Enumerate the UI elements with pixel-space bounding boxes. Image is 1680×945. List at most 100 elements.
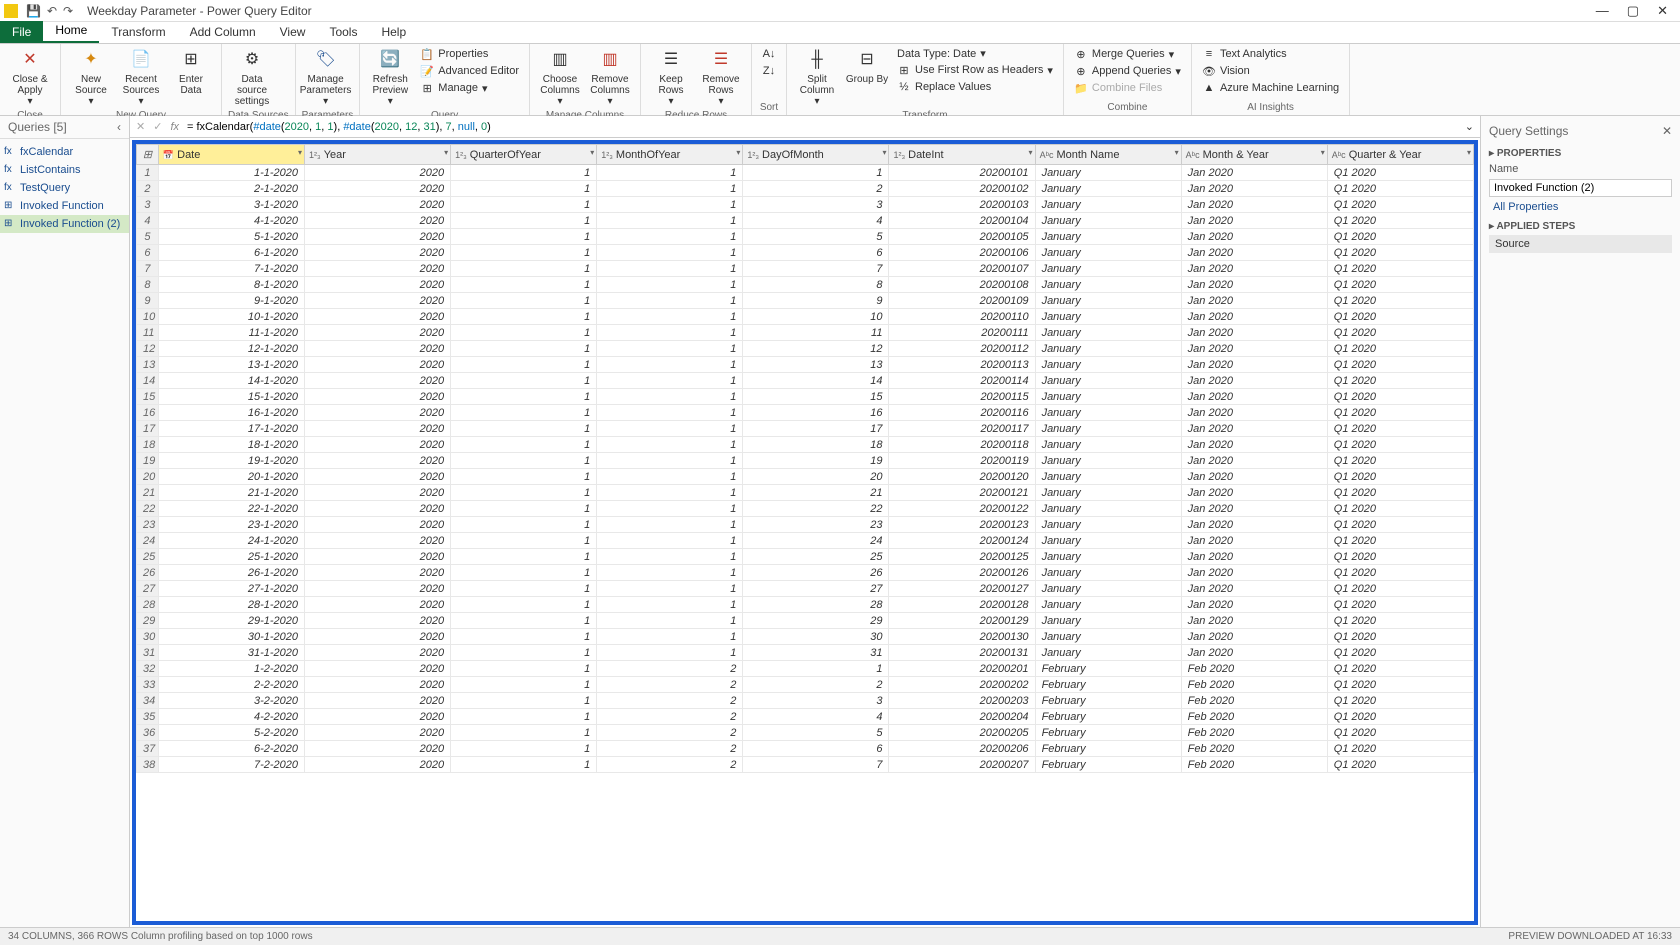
cell[interactable]: 20200104 xyxy=(889,213,1035,229)
table-row[interactable]: 1313-1-20202020111320200113JanuaryJan 20… xyxy=(137,357,1474,373)
cell[interactable]: 12 xyxy=(743,341,889,357)
cell[interactable]: 20-1-2020 xyxy=(158,469,304,485)
cell[interactable]: January xyxy=(1035,565,1181,581)
cell[interactable]: February xyxy=(1035,709,1181,725)
cell[interactable]: 4-2-2020 xyxy=(158,709,304,725)
cell[interactable]: 9 xyxy=(743,293,889,309)
cell[interactable]: 20200204 xyxy=(889,709,1035,725)
table-row[interactable]: 44-1-2020202011420200104JanuaryJan 2020Q… xyxy=(137,213,1474,229)
cell[interactable]: 1 xyxy=(451,197,597,213)
collapse-icon[interactable]: ‹ xyxy=(117,120,121,134)
cell[interactable]: Feb 2020 xyxy=(1181,693,1327,709)
cell[interactable]: February xyxy=(1035,741,1181,757)
cell[interactable]: 1 xyxy=(451,357,597,373)
cell[interactable]: 30-1-2020 xyxy=(158,629,304,645)
row-number[interactable]: 6 xyxy=(137,245,159,261)
maximize-icon[interactable]: ▢ xyxy=(1627,3,1639,19)
cell[interactable]: 26 xyxy=(743,565,889,581)
cell[interactable]: January xyxy=(1035,581,1181,597)
cell[interactable]: 2020 xyxy=(305,277,451,293)
tab-tools[interactable]: Tools xyxy=(317,21,369,43)
query-item[interactable]: fxfxCalendar xyxy=(0,143,129,161)
row-number[interactable]: 26 xyxy=(137,565,159,581)
cell[interactable]: January xyxy=(1035,613,1181,629)
append-queries-button[interactable]: ⊕Append Queries ▾ xyxy=(1070,63,1185,79)
cell[interactable]: 1 xyxy=(597,469,743,485)
cell[interactable]: Q1 2020 xyxy=(1327,325,1473,341)
cell[interactable]: Q1 2020 xyxy=(1327,197,1473,213)
cell[interactable]: 1 xyxy=(597,165,743,181)
cell[interactable]: 1 xyxy=(597,629,743,645)
table-row[interactable]: 1414-1-20202020111420200114JanuaryJan 20… xyxy=(137,373,1474,389)
cell[interactable]: 2020 xyxy=(305,309,451,325)
cell[interactable]: 1 xyxy=(597,341,743,357)
cell[interactable]: 6-2-2020 xyxy=(158,741,304,757)
table-row[interactable]: 22-1-2020202011220200102JanuaryJan 2020Q… xyxy=(137,181,1474,197)
cell[interactable]: January xyxy=(1035,421,1181,437)
cell[interactable]: Jan 2020 xyxy=(1181,437,1327,453)
table-row[interactable]: 2727-1-20202020112720200127JanuaryJan 20… xyxy=(137,581,1474,597)
cell[interactable]: 1 xyxy=(597,277,743,293)
cell[interactable]: 2 xyxy=(597,661,743,677)
cell[interactable]: 3-2-2020 xyxy=(158,693,304,709)
cell[interactable]: 1 xyxy=(451,261,597,277)
properties-button[interactable]: 📋Properties xyxy=(416,46,523,62)
cell[interactable]: 1 xyxy=(451,741,597,757)
table-row[interactable]: 2121-1-20202020112120200121JanuaryJan 20… xyxy=(137,485,1474,501)
cell[interactable]: 1 xyxy=(451,693,597,709)
cell[interactable]: January xyxy=(1035,405,1181,421)
tab-view[interactable]: View xyxy=(268,21,318,43)
cell[interactable]: Q1 2020 xyxy=(1327,597,1473,613)
cell[interactable]: 1 xyxy=(451,469,597,485)
cell[interactable]: 1 xyxy=(597,533,743,549)
cell[interactable]: 1 xyxy=(597,197,743,213)
cell[interactable]: 23 xyxy=(743,517,889,533)
refresh-preview-button[interactable]: 🔄Refresh Preview ▾ xyxy=(366,46,414,109)
table-row[interactable]: 99-1-2020202011920200109JanuaryJan 2020Q… xyxy=(137,293,1474,309)
cell[interactable]: 2020 xyxy=(305,709,451,725)
cell[interactable]: 1 xyxy=(597,293,743,309)
cell[interactable]: January xyxy=(1035,373,1181,389)
table-row[interactable]: 55-1-2020202011520200105JanuaryJan 2020Q… xyxy=(137,229,1474,245)
cell[interactable]: 2 xyxy=(743,677,889,693)
cell[interactable]: 20200101 xyxy=(889,165,1035,181)
cell[interactable]: Q1 2020 xyxy=(1327,421,1473,437)
cell[interactable]: 22 xyxy=(743,501,889,517)
row-number[interactable]: 22 xyxy=(137,501,159,517)
cell[interactable]: Jan 2020 xyxy=(1181,597,1327,613)
cell[interactable]: January xyxy=(1035,533,1181,549)
applied-step[interactable]: Source xyxy=(1489,235,1672,253)
cell[interactable]: 2020 xyxy=(305,469,451,485)
cell[interactable]: 11-1-2020 xyxy=(158,325,304,341)
cell[interactable]: 5 xyxy=(743,229,889,245)
cell[interactable]: Q1 2020 xyxy=(1327,581,1473,597)
cell[interactable]: 1 xyxy=(597,517,743,533)
cell[interactable]: 31 xyxy=(743,645,889,661)
cell[interactable]: Jan 2020 xyxy=(1181,341,1327,357)
cell[interactable]: February xyxy=(1035,693,1181,709)
replace-values-button[interactable]: ½Replace Values xyxy=(893,79,1057,95)
close-icon[interactable]: ✕ xyxy=(1657,3,1668,19)
cell[interactable]: 2 xyxy=(597,709,743,725)
fx-icon[interactable]: fx xyxy=(170,121,179,133)
row-number[interactable]: 17 xyxy=(137,421,159,437)
column-header[interactable]: AᵇcMonth Name▾ xyxy=(1035,145,1181,165)
cell[interactable]: 2020 xyxy=(305,453,451,469)
row-number[interactable]: 14 xyxy=(137,373,159,389)
cell[interactable]: 2020 xyxy=(305,517,451,533)
cell[interactable]: Jan 2020 xyxy=(1181,485,1327,501)
cell[interactable]: 7-1-2020 xyxy=(158,261,304,277)
cell[interactable]: 1 xyxy=(597,261,743,277)
cell[interactable]: 5-1-2020 xyxy=(158,229,304,245)
cell[interactable]: 20200124 xyxy=(889,533,1035,549)
cell[interactable]: 2020 xyxy=(305,405,451,421)
table-row[interactable]: 33-1-2020202011320200103JanuaryJan 2020Q… xyxy=(137,197,1474,213)
column-header[interactable]: 1²₃QuarterOfYear▾ xyxy=(451,145,597,165)
query-item[interactable]: ⊞Invoked Function (2) xyxy=(0,215,129,233)
cell[interactable]: 2020 xyxy=(305,181,451,197)
cell[interactable]: Jan 2020 xyxy=(1181,501,1327,517)
cell[interactable]: Q1 2020 xyxy=(1327,469,1473,485)
cell[interactable]: 20200201 xyxy=(889,661,1035,677)
row-number[interactable]: 34 xyxy=(137,693,159,709)
table-row[interactable]: 11-1-2020202011120200101JanuaryJan 2020Q… xyxy=(137,165,1474,181)
